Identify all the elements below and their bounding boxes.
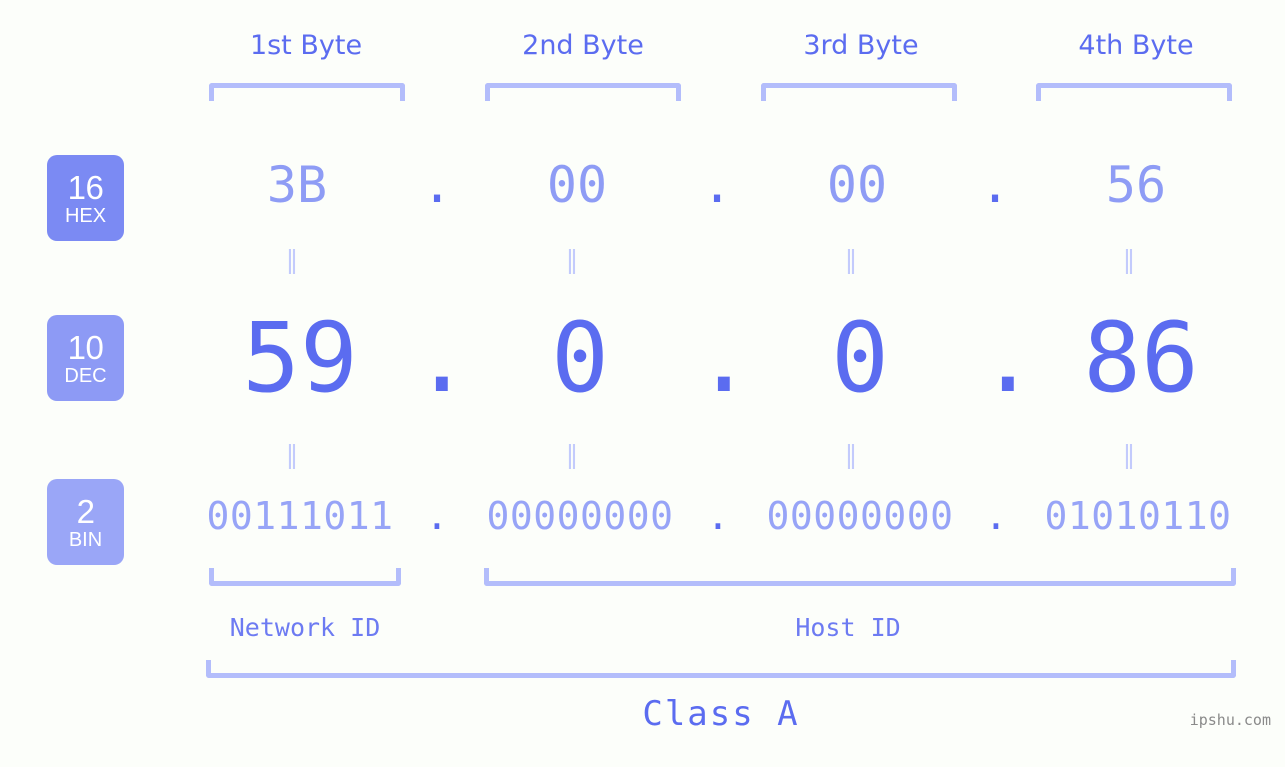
equals-mark-dec-bin-3: ‖	[844, 440, 860, 469]
dec-byte-3: 0	[831, 302, 889, 414]
base-badge-dec-name: DEC	[64, 364, 107, 387]
byte-bracket-1	[209, 83, 405, 101]
base-badge-bin-number: 2	[76, 492, 95, 530]
base-badge-hex: 16 HEX	[47, 155, 124, 241]
equals-mark-hex-dec-1: ‖	[285, 245, 301, 274]
byte-header-2: 2nd Byte	[522, 30, 644, 61]
ip-byte-breakdown-diagram: 1st Byte 2nd Byte 3rd Byte 4th Byte 16 H…	[0, 0, 1285, 767]
equals-mark-dec-bin-2: ‖	[565, 440, 581, 469]
bin-byte-3: 00000000	[766, 494, 954, 538]
hex-byte-1: 3B	[266, 156, 328, 214]
dec-byte-4: 86	[1083, 302, 1199, 414]
equals-mark-hex-dec-4: ‖	[1122, 245, 1138, 274]
equals-mark-hex-dec-2: ‖	[565, 245, 581, 274]
dec-separator-1: .	[413, 302, 471, 414]
dec-byte-2: 0	[551, 302, 609, 414]
class-label: Class A	[642, 694, 800, 734]
site-watermark: ipshu.com	[1189, 711, 1271, 729]
base-badge-hex-name: HEX	[64, 204, 107, 227]
byte-bracket-2	[485, 83, 681, 101]
byte-bracket-4	[1036, 83, 1232, 101]
dec-byte-1: 59	[242, 302, 358, 414]
equals-mark-hex-dec-3: ‖	[844, 245, 860, 274]
class-bracket	[206, 660, 1236, 678]
base-badge-dec: 10 DEC	[47, 315, 124, 401]
base-badge-hex-number: 16	[67, 168, 104, 206]
base-badge-bin-name: BIN	[68, 528, 103, 551]
base-badge-dec-number: 10	[67, 328, 104, 366]
hex-byte-4: 56	[1105, 156, 1167, 214]
hex-byte-3: 00	[826, 156, 888, 214]
equals-mark-dec-bin-4: ‖	[1122, 440, 1138, 469]
network-id-label: Network ID	[229, 613, 381, 642]
dec-separator-2: .	[695, 302, 753, 414]
byte-header-3: 3rd Byte	[803, 30, 919, 61]
byte-header-4: 4th Byte	[1078, 30, 1194, 61]
equals-mark-dec-bin-1: ‖	[285, 440, 301, 469]
hex-byte-2: 00	[546, 156, 608, 214]
byte-bracket-3	[761, 83, 957, 101]
byte-header-1: 1st Byte	[249, 30, 363, 61]
bin-byte-4: 01010110	[1044, 494, 1232, 538]
host-id-bracket	[484, 568, 1236, 586]
host-id-label: Host ID	[795, 613, 901, 642]
bin-byte-1: 00111011	[206, 494, 394, 538]
network-id-bracket	[209, 568, 401, 586]
bin-byte-2: 00000000	[486, 494, 674, 538]
base-badge-bin: 2 BIN	[47, 479, 124, 565]
